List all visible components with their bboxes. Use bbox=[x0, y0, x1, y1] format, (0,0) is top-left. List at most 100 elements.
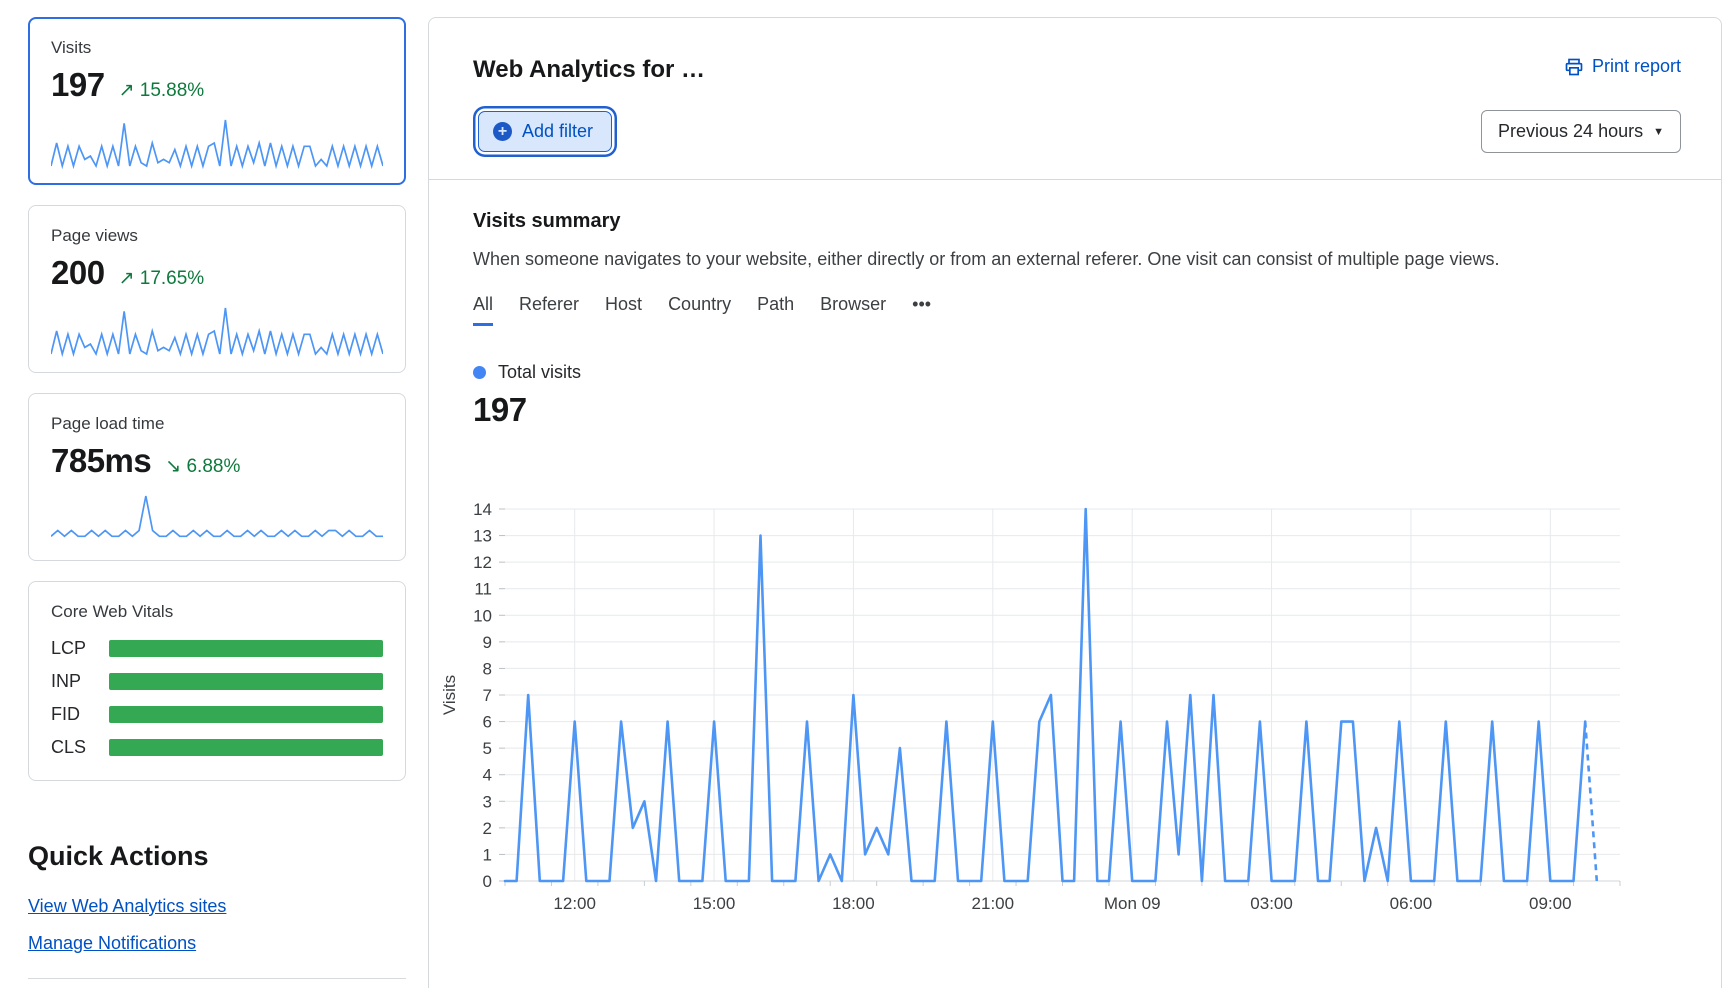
quick-actions-title: Quick Actions bbox=[28, 841, 406, 872]
time-range-dropdown[interactable]: Previous 24 hours ▼ bbox=[1481, 110, 1681, 153]
cwv-label-inp: INP bbox=[51, 671, 109, 692]
svg-text:5: 5 bbox=[483, 739, 492, 758]
summary-tabs: All Referer Host Country Path Browser ••• bbox=[473, 294, 1681, 326]
cwv-bar-inp bbox=[109, 673, 383, 690]
main-panel: Web Analytics for … Print report + Add f… bbox=[428, 17, 1722, 988]
sidebar-divider bbox=[28, 978, 406, 979]
tab-more[interactable]: ••• bbox=[912, 294, 931, 326]
manage-notifications-link[interactable]: Manage Notifications bbox=[28, 933, 196, 954]
cwv-bar-lcp bbox=[109, 640, 383, 657]
tab-country[interactable]: Country bbox=[668, 294, 731, 326]
metric-card-label: Visits bbox=[51, 38, 383, 58]
svg-text:2: 2 bbox=[483, 819, 492, 838]
main-header: Web Analytics for … Print report bbox=[429, 18, 1721, 84]
metric-delta: ↘ 6.88% bbox=[165, 455, 240, 478]
metric-card-label: Page load time bbox=[51, 414, 383, 434]
cwv-row-fid: FID bbox=[51, 704, 383, 725]
visits-summary-description: When someone navigates to your website, … bbox=[473, 249, 1681, 270]
svg-text:11: 11 bbox=[474, 580, 492, 599]
visits-summary-section: Visits summary When someone navigates to… bbox=[429, 180, 1721, 429]
svg-text:21:00: 21:00 bbox=[972, 894, 1015, 913]
svg-text:14: 14 bbox=[473, 500, 492, 519]
metric-card-label: Page views bbox=[51, 226, 383, 246]
svg-text:15:00: 15:00 bbox=[693, 894, 736, 913]
printer-icon bbox=[1564, 57, 1584, 77]
view-web-analytics-sites-link[interactable]: View Web Analytics sites bbox=[28, 896, 226, 917]
add-filter-button[interactable]: + Add filter bbox=[478, 111, 612, 152]
trend-up-icon: ↗ bbox=[119, 80, 135, 101]
svg-text:12: 12 bbox=[473, 553, 492, 572]
svg-text:10: 10 bbox=[473, 606, 492, 625]
cwv-bar-fid bbox=[109, 706, 383, 723]
tab-referer[interactable]: Referer bbox=[519, 294, 579, 326]
core-web-vitals-rows: LCP INP FID CLS bbox=[51, 638, 383, 758]
metric-value: 200 bbox=[51, 254, 105, 292]
quick-actions: Quick Actions View Web Analytics sites M… bbox=[28, 841, 406, 979]
total-visits-number: 197 bbox=[473, 391, 1681, 429]
svg-text:Visits: Visits bbox=[440, 675, 459, 715]
time-range-label: Previous 24 hours bbox=[1498, 121, 1643, 142]
cwv-bar-cls bbox=[109, 739, 383, 756]
chevron-down-icon: ▼ bbox=[1653, 126, 1664, 138]
svg-text:3: 3 bbox=[483, 792, 492, 811]
tab-all[interactable]: All bbox=[473, 294, 493, 326]
svg-text:09:00: 09:00 bbox=[1529, 894, 1572, 913]
plus-circle-icon: + bbox=[493, 122, 512, 141]
metric-value: 785ms bbox=[51, 442, 151, 480]
svg-text:0: 0 bbox=[483, 872, 492, 891]
visits-summary-title: Visits summary bbox=[473, 210, 1681, 233]
metric-delta-value: 6.88% bbox=[186, 456, 240, 477]
svg-text:1: 1 bbox=[483, 845, 492, 864]
svg-text:Time (local): Time (local) bbox=[1018, 926, 1106, 929]
page-title: Web Analytics for … bbox=[473, 56, 705, 84]
legend-label: Total visits bbox=[498, 362, 581, 383]
print-report-label: Print report bbox=[1592, 56, 1681, 77]
cwv-row-cls: CLS bbox=[51, 737, 383, 758]
cwv-label-fid: FID bbox=[51, 704, 109, 725]
svg-text:8: 8 bbox=[483, 659, 492, 678]
svg-text:18:00: 18:00 bbox=[832, 894, 875, 913]
page-load-sparkline bbox=[51, 490, 383, 546]
sidebar: Visits 197 ↗ 15.88% Page views 200 ↗ 17.… bbox=[28, 17, 406, 988]
svg-text:13: 13 bbox=[473, 527, 492, 546]
add-filter-label: Add filter bbox=[522, 121, 593, 142]
svg-text:Mon 09: Mon 09 bbox=[1104, 894, 1161, 913]
cwv-label-lcp: LCP bbox=[51, 638, 109, 659]
svg-text:9: 9 bbox=[483, 633, 492, 652]
visits-sparkline bbox=[51, 114, 383, 170]
trend-down-icon: ↘ bbox=[165, 456, 181, 477]
metric-card-value-row: 785ms ↘ 6.88% bbox=[51, 442, 383, 480]
page: Visits 197 ↗ 15.88% Page views 200 ↗ 17.… bbox=[0, 0, 1730, 988]
metric-card-visits[interactable]: Visits 197 ↗ 15.88% bbox=[28, 17, 406, 185]
core-web-vitals-card[interactable]: Core Web Vitals LCP INP FID CLS bbox=[28, 581, 406, 781]
print-report-link[interactable]: Print report bbox=[1564, 56, 1681, 77]
chart-legend: Total visits bbox=[473, 362, 1681, 383]
tab-path[interactable]: Path bbox=[757, 294, 794, 326]
trend-up-icon: ↗ bbox=[119, 268, 135, 289]
svg-text:12:00: 12:00 bbox=[553, 894, 596, 913]
toolbar: + Add filter Previous 24 hours ▼ bbox=[429, 84, 1721, 153]
page-views-sparkline bbox=[51, 302, 383, 358]
metric-delta: ↗ 17.65% bbox=[119, 267, 205, 290]
metric-card-value-row: 197 ↗ 15.88% bbox=[51, 66, 383, 104]
svg-text:4: 4 bbox=[483, 766, 492, 785]
svg-text:06:00: 06:00 bbox=[1390, 894, 1433, 913]
visits-chart: 0123456789101112131412:0015:0018:0021:00… bbox=[439, 429, 1689, 929]
metric-delta-value: 15.88% bbox=[140, 80, 204, 101]
metric-card-page-views[interactable]: Page views 200 ↗ 17.65% bbox=[28, 205, 406, 373]
chart-container: 0123456789101112131412:0015:0018:0021:00… bbox=[429, 429, 1721, 929]
metric-card-value-row: 200 ↗ 17.65% bbox=[51, 254, 383, 292]
svg-text:03:00: 03:00 bbox=[1250, 894, 1293, 913]
core-web-vitals-title: Core Web Vitals bbox=[51, 602, 383, 622]
svg-text:6: 6 bbox=[483, 713, 492, 732]
cwv-row-lcp: LCP bbox=[51, 638, 383, 659]
metric-delta: ↗ 15.88% bbox=[119, 79, 205, 102]
metric-card-page-load-time[interactable]: Page load time 785ms ↘ 6.88% bbox=[28, 393, 406, 561]
metric-delta-value: 17.65% bbox=[140, 268, 204, 289]
cwv-label-cls: CLS bbox=[51, 737, 109, 758]
svg-text:7: 7 bbox=[483, 686, 492, 705]
tab-host[interactable]: Host bbox=[605, 294, 642, 326]
tab-browser[interactable]: Browser bbox=[820, 294, 886, 326]
legend-dot-icon bbox=[473, 366, 486, 379]
metric-value: 197 bbox=[51, 66, 105, 104]
